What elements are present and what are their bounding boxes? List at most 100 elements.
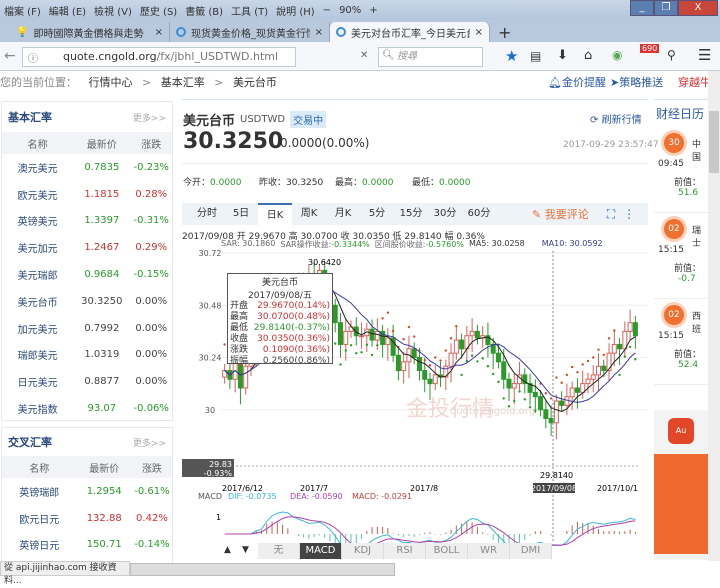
scrollbar-thumb[interactable] bbox=[709, 111, 719, 173]
browser-tab[interactable]: 💡 即時國際黃金價格與走勢 × bbox=[10, 22, 170, 42]
rate-name[interactable]: 加元美元 bbox=[2, 321, 73, 336]
minimize-button[interactable]: _ bbox=[630, 0, 654, 16]
candle-body bbox=[590, 374, 596, 380]
menu-item[interactable]: 編輯 (E) bbox=[49, 3, 86, 18]
cross-rates-more-link[interactable]: 更多>> bbox=[133, 436, 166, 449]
table-row[interactable]: 美元台币 30.3250 0.00% bbox=[2, 288, 172, 315]
period-tab[interactable]: 15分 bbox=[394, 203, 428, 225]
table-row[interactable]: 英镑日元 150.71 -0.14% bbox=[2, 532, 172, 559]
indicator-tab[interactable]: WR bbox=[468, 543, 510, 559]
rate-name[interactable]: 美元台币 bbox=[2, 294, 73, 309]
rate-name[interactable]: 英镑瑞郎 bbox=[2, 484, 77, 499]
menu-item[interactable]: 檢視 (V) bbox=[94, 3, 132, 18]
bookmark-star-icon[interactable]: ★ bbox=[505, 47, 518, 65]
period-tab[interactable]: 5日 bbox=[224, 203, 258, 225]
rate-name[interactable]: 美元瑞郎 bbox=[2, 267, 73, 282]
extension-icon[interactable]: ◉ bbox=[612, 48, 622, 62]
indicator-tab[interactable]: MACD bbox=[300, 543, 342, 559]
menu-item[interactable]: 工具 (T) bbox=[231, 3, 268, 18]
badge-icon[interactable]: 690 bbox=[640, 44, 660, 53]
rate-name[interactable]: 日元美元 bbox=[2, 374, 73, 389]
close-tab-icon[interactable]: × bbox=[155, 27, 163, 38]
new-tab-button[interactable]: + bbox=[490, 23, 519, 42]
horizontal-scrollbar[interactable] bbox=[130, 563, 395, 576]
rate-name[interactable]: 瑞郎美元 bbox=[2, 347, 73, 362]
table-row[interactable]: 美元指数 93.07 -0.06% bbox=[2, 395, 172, 422]
browser-tab[interactable]: 美元对台币汇率_今日美元台币 × bbox=[330, 22, 490, 42]
period-tab[interactable]: 日K bbox=[258, 203, 292, 225]
sar-dot bbox=[628, 345, 632, 349]
menu-icon[interactable]: ☰ bbox=[698, 46, 711, 64]
scroll-down-button[interactable]: ▼ bbox=[242, 545, 249, 555]
clear-url-icon[interactable]: ✕ bbox=[360, 50, 368, 61]
menu-item[interactable]: 檔案 (F) bbox=[4, 3, 41, 18]
addon-icon[interactable]: ⚲ bbox=[667, 48, 676, 62]
table-row[interactable]: 英镑美元 1.3397 -0.31% bbox=[2, 208, 172, 235]
table-row[interactable]: 英镑瑞郎 1.2954 -0.61% bbox=[2, 478, 172, 505]
back-icon[interactable]: ← bbox=[4, 48, 16, 64]
fullscreen-icon[interactable]: ⛶ bbox=[607, 207, 615, 222]
menu-item[interactable]: 歷史 (S) bbox=[140, 3, 177, 18]
indicator-tab[interactable]: BOLL bbox=[426, 543, 468, 559]
period-tab[interactable]: 60分 bbox=[462, 203, 496, 225]
table-row[interactable]: 澳元美元 0.7835 -0.23% bbox=[2, 154, 172, 181]
app-ad[interactable]: Au bbox=[654, 410, 708, 560]
table-row[interactable]: 美元加元 1.2467 0.29% bbox=[2, 234, 172, 261]
rate-name[interactable]: 欧元美元 bbox=[2, 187, 73, 202]
vertical-scrollbar[interactable] bbox=[708, 71, 720, 561]
rate-name[interactable]: 英镑日元 bbox=[2, 537, 77, 552]
close-tab-icon[interactable]: × bbox=[475, 27, 483, 38]
low-label: 最低： bbox=[412, 178, 440, 188]
scroll-up-button[interactable]: ▲ bbox=[224, 545, 231, 555]
more-options-icon[interactable]: ⋮ bbox=[623, 207, 635, 221]
strategy-push-link[interactable]: ➤策略推送 bbox=[610, 71, 663, 95]
calendar-item[interactable]: 02 西班 15:15 前值： 52.4 bbox=[654, 299, 708, 385]
calendar-item[interactable]: 02 瑞士 15:15 前值： -0.7 bbox=[654, 213, 708, 299]
comment-button[interactable]: ✎ 我要评论 bbox=[532, 206, 589, 222]
breadcrumb-basic-rates[interactable]: 基本汇率 bbox=[161, 76, 205, 89]
info-icon[interactable]: ⓘ bbox=[28, 50, 38, 65]
rate-name[interactable]: 澳元美元 bbox=[2, 160, 73, 175]
zoom-out-button[interactable]: − bbox=[323, 5, 331, 16]
breadcrumb-market[interactable]: 行情中心 bbox=[89, 76, 133, 89]
url-input[interactable]: quote.cngold.org/fx/jbhl_USDTWD.html bbox=[22, 47, 296, 67]
rate-name[interactable]: 美元加元 bbox=[2, 240, 73, 255]
table-row[interactable]: 瑞郎美元 1.0319 0.00% bbox=[2, 342, 172, 369]
period-tab[interactable]: 月K bbox=[326, 203, 360, 225]
close-window-button[interactable]: X bbox=[678, 0, 718, 16]
zoom-in-button[interactable]: + bbox=[369, 5, 377, 16]
table-row[interactable]: 欧元日元 132.88 0.42% bbox=[2, 505, 172, 532]
sar-dot bbox=[470, 354, 474, 357]
refresh-button[interactable]: ⟳ 刷新行情 bbox=[590, 111, 642, 126]
table-row[interactable]: 日元美元 0.8877 0.00% bbox=[2, 368, 172, 395]
browser-tab[interactable]: 现货黄金价格_现货黄金行情_ × bbox=[170, 22, 330, 42]
sar-dot bbox=[381, 317, 384, 320]
price-alert-link[interactable]: 🔔︎金价提醒 bbox=[548, 71, 606, 95]
tooltip-row: 最低 29.8140(-0.37%) bbox=[230, 323, 330, 334]
rate-name[interactable]: 英镑美元 bbox=[2, 213, 73, 228]
home-icon[interactable]: ⌂ bbox=[584, 48, 592, 63]
reader-icon[interactable]: ▤ bbox=[530, 49, 541, 63]
close-tab-icon[interactable]: × bbox=[315, 27, 323, 38]
table-row[interactable]: 美元瑞郎 0.9684 -0.15% bbox=[2, 261, 172, 288]
period-tab[interactable]: 分时 bbox=[190, 203, 224, 225]
indicator-tab[interactable]: RSI bbox=[384, 543, 426, 559]
period-tab[interactable]: 30分 bbox=[428, 203, 462, 225]
rate-name[interactable]: 美元指数 bbox=[2, 401, 73, 416]
period-tab[interactable]: 周K bbox=[292, 203, 326, 225]
calendar-item[interactable]: 30 中国 09:45 前值： 51.6 bbox=[654, 127, 708, 213]
indicator-tab[interactable]: KDJ bbox=[342, 543, 384, 559]
indicator-tab[interactable]: 无 bbox=[258, 543, 300, 559]
chuanyueniu-link[interactable]: 穿越牛 bbox=[678, 71, 711, 95]
rate-name[interactable]: 欧元日元 bbox=[2, 511, 77, 526]
basic-rates-more-link[interactable]: 更多>> bbox=[133, 111, 166, 124]
indicator-tab[interactable]: DMI bbox=[510, 543, 552, 559]
period-tab[interactable]: 5分 bbox=[360, 203, 394, 225]
menu-item[interactable]: 書籤 (B) bbox=[185, 3, 223, 18]
download-icon[interactable]: ⬇ bbox=[557, 48, 568, 63]
table-row[interactable]: 欧元美元 1.1815 0.28% bbox=[2, 181, 172, 208]
restore-button[interactable]: ❐ bbox=[654, 0, 678, 16]
table-row[interactable]: 加元美元 0.7992 0.00% bbox=[2, 315, 172, 342]
menu-item[interactable]: 說明 (H) bbox=[276, 3, 315, 18]
sar-dot bbox=[428, 364, 432, 367]
